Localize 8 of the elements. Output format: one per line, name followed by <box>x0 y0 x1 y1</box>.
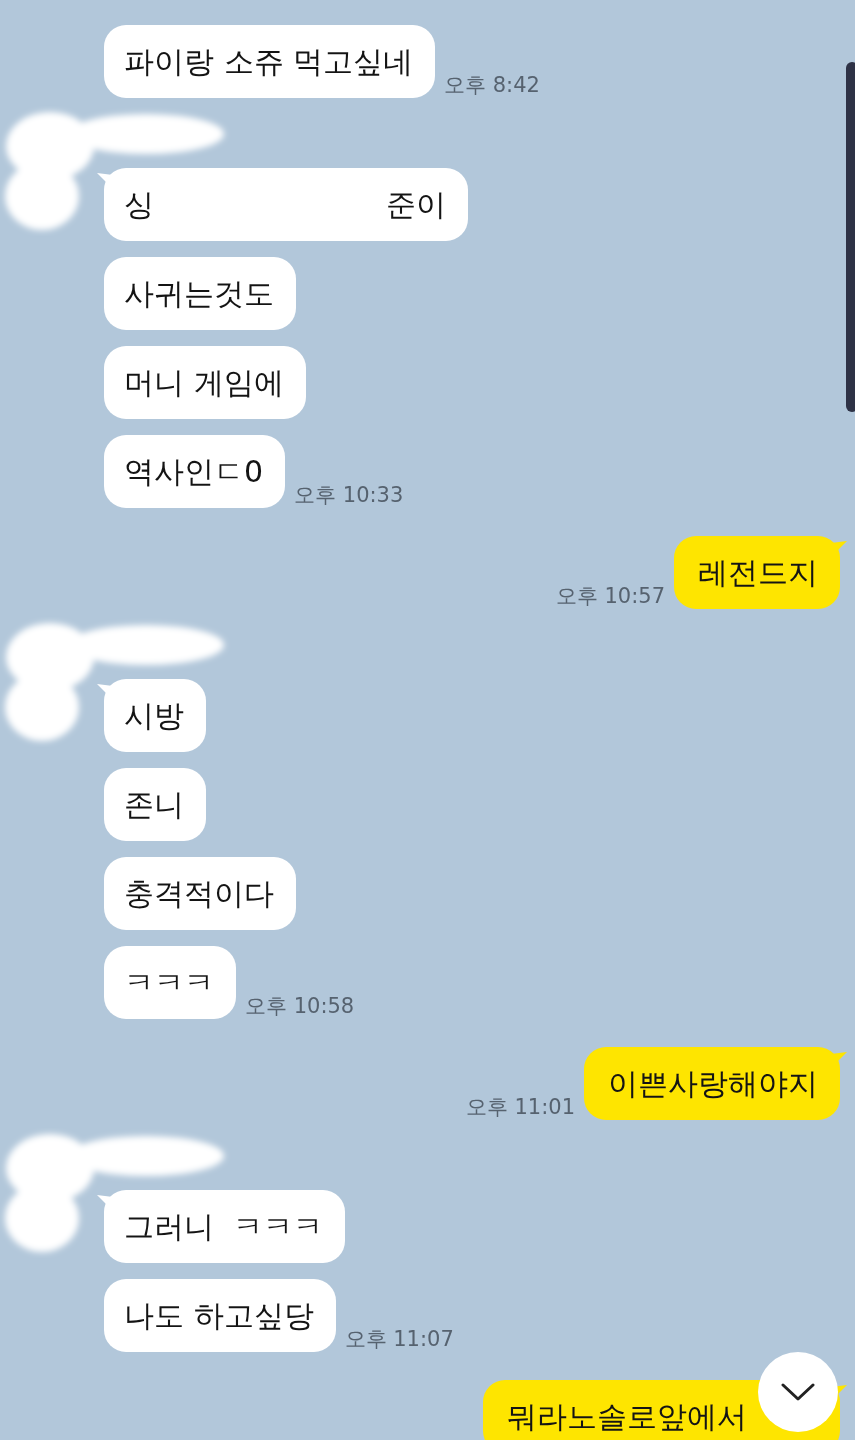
message-time: 오후 11:07 <box>344 1327 454 1351</box>
message-time: 오후 10:58 <box>245 994 355 1018</box>
message-time: 오후 8:42 <box>444 73 540 97</box>
scrollbar-thumb[interactable] <box>846 62 855 412</box>
message-time: 오후 10:33 <box>294 483 404 507</box>
message-time: 오후 10:57 <box>555 584 665 608</box>
chevron-down-icon <box>781 1383 815 1401</box>
message-time: 오후 11:01 <box>465 1095 575 1119</box>
